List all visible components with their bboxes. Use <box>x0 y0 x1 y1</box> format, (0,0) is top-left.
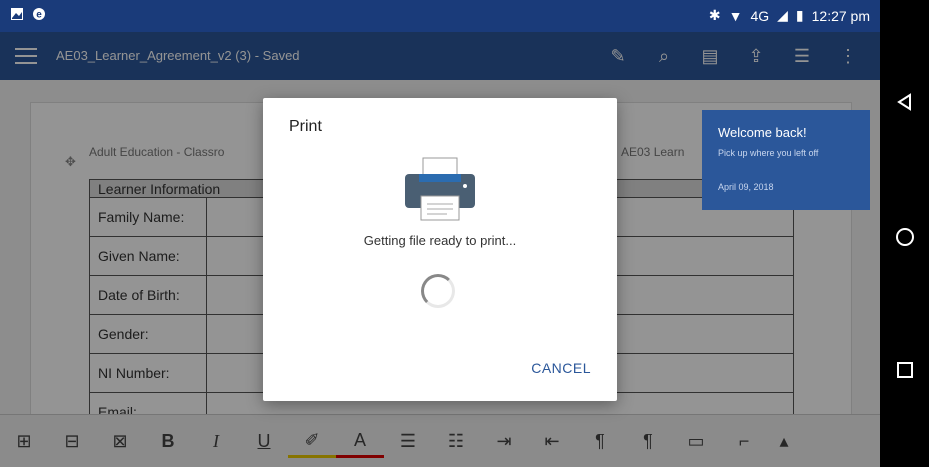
recents-icon[interactable] <box>880 350 929 390</box>
welcome-subtitle: Pick up where you left off <box>718 148 819 158</box>
welcome-date: April 09, 2018 <box>718 182 774 192</box>
browser-icon: e <box>33 8 45 21</box>
wifi-icon: ▼ <box>728 7 743 24</box>
signal-icon: ◢ <box>777 7 788 23</box>
battery-icon: ▮ <box>795 7 804 23</box>
svg-text:e: e <box>36 10 42 21</box>
loading-spinner <box>421 274 455 308</box>
android-nav-bar <box>880 0 929 467</box>
network-label: 4G <box>750 7 770 24</box>
printer-icon <box>405 157 475 221</box>
clock: 12:27 pm <box>811 7 870 24</box>
cancel-button[interactable]: CANCEL <box>531 360 591 376</box>
back-icon[interactable] <box>880 82 929 122</box>
screen: e ✱ ▼ 4G ◢ ▮ 12:27 pm AE03_Learner_Agree… <box>0 0 880 467</box>
dialog-message: Getting file ready to print... <box>363 233 517 248</box>
dialog-title: Print <box>289 118 322 135</box>
print-dialog: Print Getting file ready to print... CAN… <box>263 98 617 401</box>
image-icon <box>11 8 23 20</box>
home-icon[interactable] <box>880 217 929 257</box>
welcome-title: Welcome back! <box>718 125 807 140</box>
bluetooth-icon: ✱ <box>708 7 721 23</box>
status-bar: e ✱ ▼ 4G ◢ ▮ 12:27 pm <box>0 0 880 32</box>
welcome-card[interactable]: Welcome back! Pick up where you left off… <box>702 110 870 210</box>
